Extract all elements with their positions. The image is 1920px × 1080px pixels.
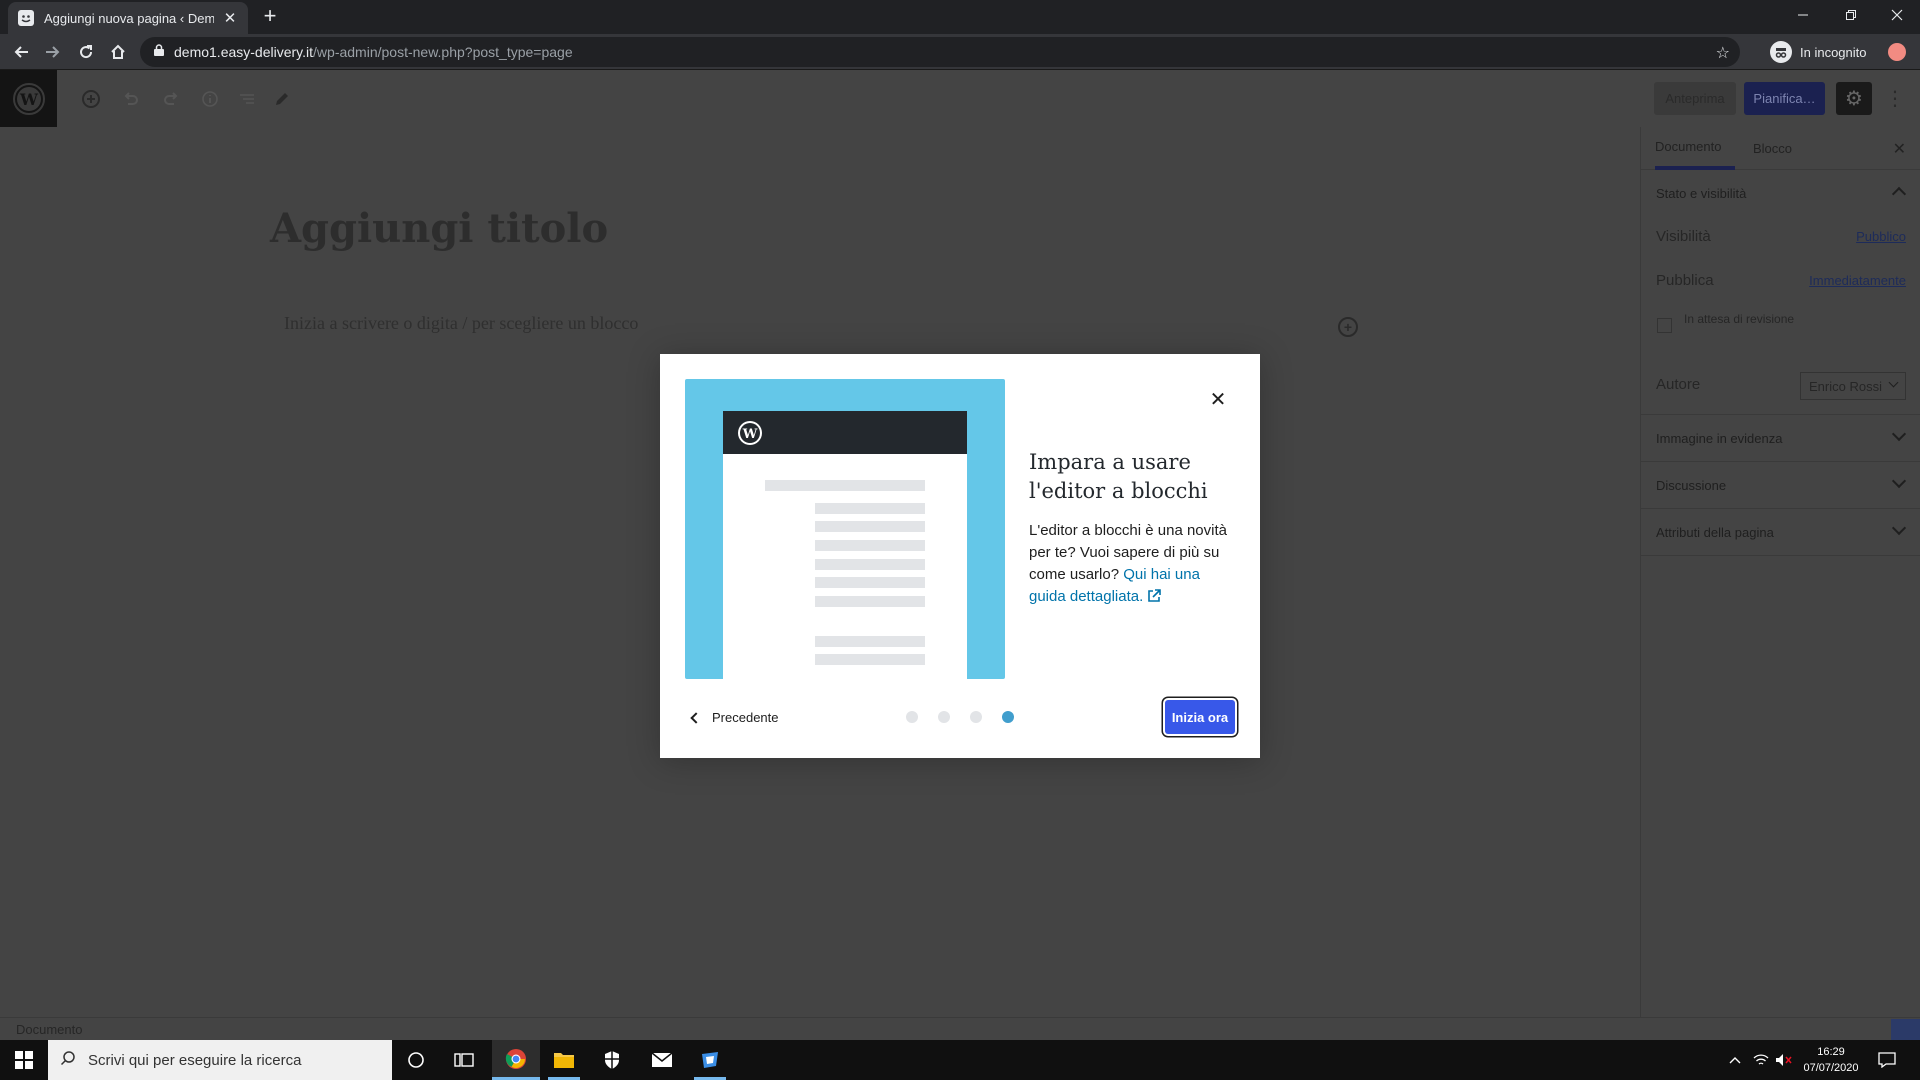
close-window-button[interactable] [1874,0,1920,30]
previous-button[interactable]: Precedente [690,710,779,725]
page-dot-3[interactable] [970,711,982,723]
app-taskbar-icon[interactable] [686,1040,734,1080]
taskbar-clock[interactable]: 16:29 07/07/2020 [1796,1044,1866,1076]
clock-date: 07/07/2020 [1803,1062,1859,1074]
page-indicator [906,711,1034,723]
edit-pencil-icon[interactable] [269,86,295,112]
user-icon[interactable] [1891,1019,1920,1041]
browser-tabstrip: Aggiungi nuova pagina ‹ Demo F ✕ + [0,0,1920,34]
wordpress-logo-icon: W [738,421,762,445]
minimize-button[interactable] [1780,0,1826,30]
schedule-button[interactable]: Pianifica… [1744,82,1825,115]
svg-text:W: W [19,90,39,109]
settings-sidebar: Documento Blocco ✕ Stato e visibilità Vi… [1640,127,1920,1017]
publish-row: Pubblica Immediatamente [1656,272,1906,289]
tray-chevron-up-icon[interactable] [1728,1040,1742,1080]
editor-statusbar: Documento [0,1017,1920,1041]
windows-taskbar: Scrivi qui per eseguire la ricerca 16:29… [0,1040,1920,1080]
notifications-icon[interactable] [1878,1040,1896,1080]
page-dot-1[interactable] [906,711,918,723]
preview-button[interactable]: Anteprima [1654,82,1736,115]
chevron-down-icon [1888,377,1899,388]
reload-icon[interactable] [72,38,100,66]
windows-security-icon[interactable] [588,1040,636,1080]
bookmark-star-icon[interactable]: ☆ [1716,43,1730,63]
wordpress-favicon-icon [18,10,34,26]
page-dot-2[interactable] [938,711,950,723]
author-row: Autore Enrico Rossi [1641,364,1920,414]
welcome-guide-modal: W ✕ Impara a usare l'editor a blocchi L'… [660,354,1260,758]
redo-icon[interactable] [158,86,184,112]
modal-close-icon[interactable]: ✕ [1208,387,1228,412]
chevron-down-icon [1891,520,1907,536]
home-icon[interactable] [104,38,132,66]
pending-review-row: In attesa di revisione [1641,304,1920,364]
new-tab-button[interactable]: + [258,5,282,29]
chevron-up-icon [1891,186,1907,202]
volume-muted-icon[interactable] [1775,1040,1793,1080]
incognito-icon [1770,41,1792,63]
url-text: demo1.easy-delivery.it/wp-admin/post-new… [174,44,573,60]
tab-block[interactable]: Blocco [1753,127,1792,170]
outline-icon[interactable] [234,86,260,112]
file-explorer-icon[interactable] [540,1040,588,1080]
page-dot-4[interactable] [1002,711,1014,723]
more-options-icon[interactable]: ⋮ [1884,82,1906,115]
tab-title: Aggiungi nuova pagina ‹ Demo F [44,10,214,26]
undo-icon[interactable] [118,86,144,112]
add-block-icon[interactable] [78,86,104,112]
discussion-panel[interactable]: Discussione [1641,462,1920,509]
modal-body: L'editor a blocchi è una novità per te? … [1029,522,1227,605]
start-now-button[interactable]: Inizia ora [1165,700,1235,734]
back-arrow-icon[interactable] [8,38,36,66]
chevron-down-icon [1891,473,1907,489]
publish-date-link[interactable]: Immediatamente [1809,273,1906,288]
chevron-down-icon [1891,426,1907,442]
modal-heading: Impara a usare l'editor a blocchi [1029,450,1208,503]
pending-review-checkbox[interactable] [1657,318,1672,333]
browser-toolbar: demo1.easy-delivery.it/wp-admin/post-new… [0,34,1920,70]
author-select[interactable]: Enrico Rossi [1800,372,1906,400]
network-icon[interactable] [1753,1040,1769,1080]
status-visibility-toggle[interactable]: Stato e visibilità [1641,170,1920,216]
taskbar-search-input[interactable]: Scrivi qui per eseguire la ricerca [48,1040,392,1080]
featured-image-panel[interactable]: Immagine in evidenza [1641,415,1920,462]
incognito-indicator[interactable]: In incognito [1770,38,1867,66]
document-illustration: W [723,411,967,679]
restore-button[interactable] [1828,0,1874,30]
visibility-link[interactable]: Pubblico [1856,229,1906,244]
close-sidebar-icon[interactable]: ✕ [1893,139,1906,159]
chevron-left-icon [690,711,702,724]
svg-text:W: W [742,427,758,442]
sidebar-tabs: Documento Blocco ✕ [1641,127,1920,170]
chrome-taskbar-icon[interactable] [492,1040,540,1080]
status-visibility-panel: Stato e visibilità Visibilità Pubblico P… [1641,170,1920,415]
info-icon[interactable] [197,86,223,112]
browser-tab[interactable]: Aggiungi nuova pagina ‹ Demo F ✕ [8,2,248,34]
breadcrumb[interactable]: Documento [16,1022,82,1037]
extension-icon[interactable] [1888,43,1906,61]
visibility-row: Visibilità Pubblico [1656,228,1906,245]
tab-document[interactable]: Documento [1655,127,1736,170]
address-bar[interactable]: demo1.easy-delivery.it/wp-admin/post-new… [140,37,1740,67]
search-icon [60,1050,76,1070]
post-title-input[interactable]: Aggiungi titolo [270,205,608,252]
lock-icon [154,43,164,61]
clock-time: 16:29 [1817,1046,1845,1058]
task-view-icon[interactable] [440,1040,488,1080]
wordpress-logo-icon[interactable]: W [0,70,57,127]
inline-add-block-icon[interactable]: + [1338,317,1358,337]
forward-arrow-icon[interactable] [38,38,66,66]
settings-gear-icon[interactable]: ⚙ [1836,82,1872,115]
post-body-placeholder[interactable]: Inizia a scrivere o digita / per sceglie… [284,313,638,334]
editor-header: W Anteprima Pianifica… ⚙ ⋮ [0,70,1920,127]
pending-review-label: In attesa di revisione [1684,312,1795,326]
cortana-icon[interactable] [392,1040,440,1080]
external-link-icon [1148,589,1162,602]
windows-start-icon[interactable] [0,1040,48,1080]
mail-icon[interactable] [638,1040,686,1080]
page-attributes-panel[interactable]: Attributi della pagina [1641,509,1920,556]
tab-close-icon[interactable]: ✕ [222,9,238,27]
editor-illustration: W [685,379,1005,679]
